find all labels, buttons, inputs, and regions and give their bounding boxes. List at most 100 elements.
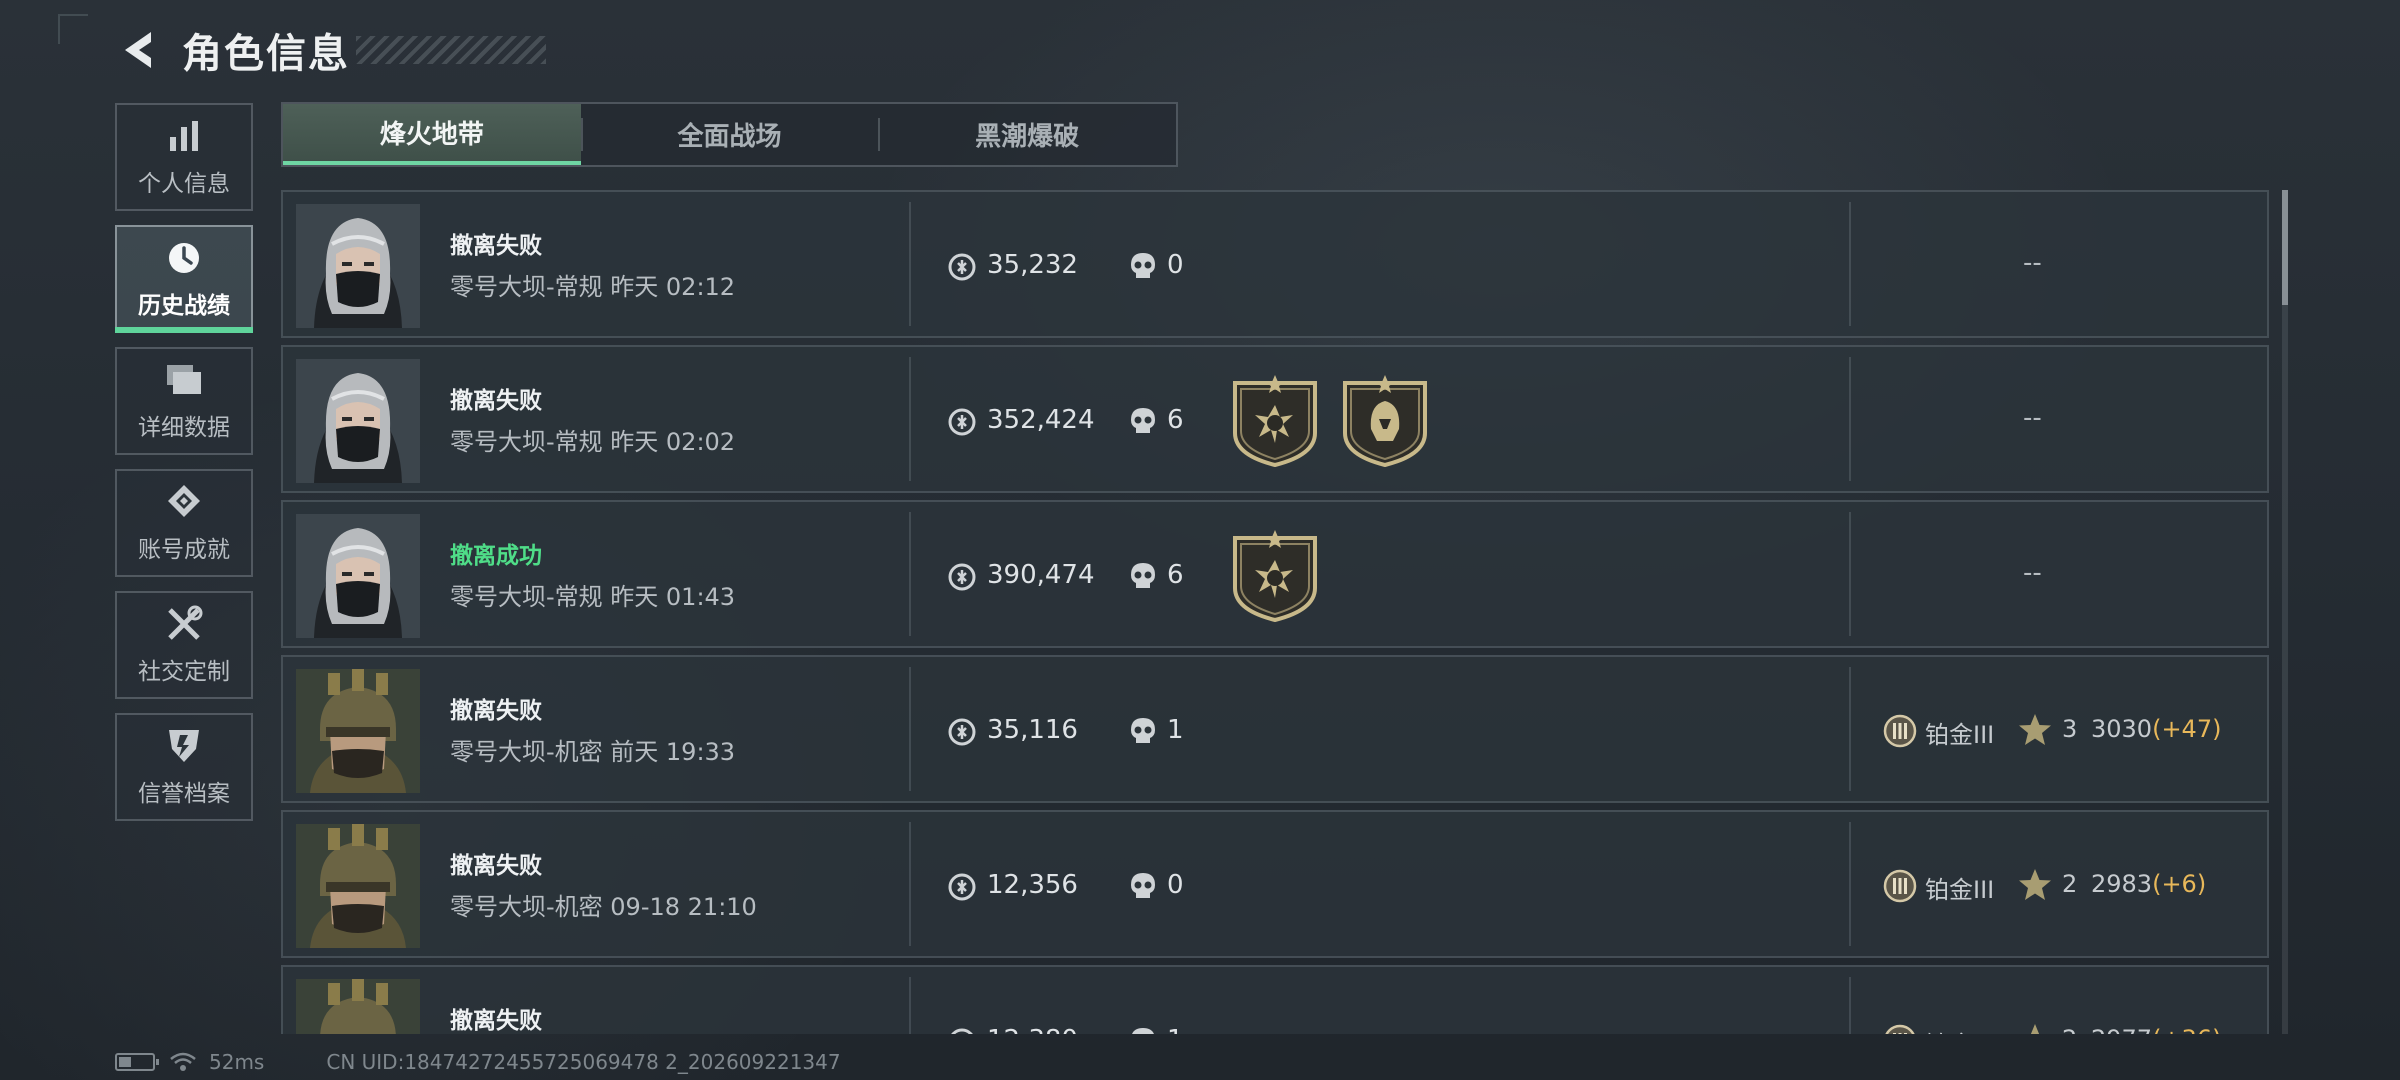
rank-tier: 铂金III bbox=[1925, 721, 1995, 749]
operator-avatar bbox=[296, 359, 420, 483]
bar-chart-icon bbox=[164, 116, 204, 156]
score-delta: (+36) bbox=[2152, 1025, 2221, 1034]
extraction-status: 撤离失败 bbox=[450, 1008, 542, 1034]
rank-empty: -- bbox=[2023, 558, 2042, 588]
currency-icon bbox=[948, 718, 976, 746]
tab-all-out-warfare[interactable]: 全面战场 bbox=[580, 104, 879, 165]
currency-icon bbox=[948, 408, 976, 436]
star-icon bbox=[2030, 1024, 2040, 1034]
rank-score: 2983(+6) bbox=[2091, 870, 2206, 898]
map-and-time: 零号大坝-常规 昨天 02:02 bbox=[450, 428, 736, 456]
star-burst-badge[interactable] bbox=[1231, 375, 1319, 468]
skull-icon bbox=[1131, 253, 1155, 278]
skull-icon bbox=[1131, 873, 1155, 898]
column-divider bbox=[909, 667, 911, 791]
operator-avatar bbox=[296, 669, 420, 793]
sidebar-item-label: 历史战绩 bbox=[138, 293, 230, 319]
match-record-row[interactable]: 撤离失败 12,380 1 铂金III 2 2977(+36) bbox=[281, 965, 2269, 1034]
wifi-icon bbox=[170, 1052, 196, 1071]
star-icon bbox=[2019, 869, 2051, 900]
rank-tier: 铂金III bbox=[1925, 876, 1995, 904]
battery-icon bbox=[115, 1053, 159, 1071]
sidebar-item-label: 信誉档案 bbox=[138, 781, 230, 807]
column-divider bbox=[1849, 512, 1851, 636]
column-divider bbox=[1849, 667, 1851, 791]
tab-hazard-zone[interactable]: 烽火地带 bbox=[283, 104, 581, 165]
extraction-status: 撤离失败 bbox=[450, 698, 542, 724]
column-divider bbox=[1849, 977, 1851, 1034]
column-divider bbox=[909, 512, 911, 636]
column-divider bbox=[909, 357, 911, 481]
sidebar: 个人信息 历史战绩 详细数据 账号成就 社交定制 信誉档案 bbox=[115, 103, 253, 835]
sidebar-item-label: 账号成就 bbox=[138, 537, 230, 563]
kill-count: 0 bbox=[1167, 250, 1184, 280]
column-divider bbox=[1849, 822, 1851, 946]
skull-icon bbox=[1131, 718, 1155, 743]
corner-decoration bbox=[58, 14, 88, 44]
rank-empty: -- bbox=[2023, 403, 2042, 433]
page-title: 角色信息 bbox=[182, 31, 350, 77]
operator-avatar bbox=[296, 204, 420, 328]
map-and-time: 零号大坝-机密 09-18 21:10 bbox=[450, 893, 757, 921]
folder-icon bbox=[164, 360, 204, 400]
credit-icon bbox=[164, 726, 204, 766]
kill-count: 0 bbox=[1167, 870, 1184, 900]
match-record-row[interactable]: 撤离成功 零号大坝-常规 昨天 01:43 390,474 6 -- bbox=[281, 500, 2269, 648]
tab-dark-tide[interactable]: 黑潮爆破 bbox=[878, 104, 1176, 165]
match-record-row[interactable]: 撤离失败 零号大坝-机密 前天 19:33 35,116 1 铂金III 3 3030(+4… bbox=[281, 655, 2269, 803]
sidebar-item-history[interactable]: 历史战绩 bbox=[115, 225, 253, 333]
skull-icon bbox=[1131, 563, 1155, 588]
sidebar-item-credit[interactable]: 信誉档案 bbox=[115, 713, 253, 821]
status-footer: 52ms CN UID:18474272455725069478 2_20260… bbox=[115, 1044, 841, 1080]
page-header: 角色信息 bbox=[112, 18, 546, 82]
sidebar-item-detail-data[interactable]: 详细数据 bbox=[115, 347, 253, 455]
uid-text: CN UID:18474272455725069478 2_2026092213… bbox=[326, 1050, 841, 1074]
score-value: 2977 bbox=[2091, 1025, 2152, 1034]
match-record-row[interactable]: 撤离失败 零号大坝-机密 09-18 21:10 12,356 0 铂金III 2 2983… bbox=[281, 810, 2269, 958]
star-icon bbox=[2019, 714, 2051, 745]
star-burst-badge[interactable] bbox=[1231, 530, 1319, 623]
loot-value: 390,474 bbox=[987, 560, 1095, 590]
loot-value: 35,116 bbox=[987, 715, 1078, 745]
score-value: 2983 bbox=[2091, 870, 2153, 898]
extraction-status: 撤离失败 bbox=[450, 388, 542, 414]
column-divider bbox=[1849, 357, 1851, 481]
scroll-thumb[interactable] bbox=[2282, 190, 2288, 305]
achievement-icon bbox=[164, 482, 204, 522]
ping-text: 52ms bbox=[209, 1050, 265, 1074]
match-record-row[interactable]: 撤离失败 零号大坝-常规 昨天 02:12 35,232 0 -- bbox=[281, 190, 2269, 338]
sidebar-item-label: 个人信息 bbox=[138, 171, 230, 197]
kill-count: 6 bbox=[1167, 560, 1184, 590]
loot-value: 12,356 bbox=[987, 870, 1078, 900]
rank-empty: -- bbox=[2023, 248, 2042, 278]
rank-tier-icon bbox=[1883, 869, 1917, 903]
scrollbar[interactable] bbox=[2282, 190, 2288, 1034]
match-record-row[interactable]: 撤离失败零号大坝-常规 昨天 02:02 352,424 6 -- bbox=[281, 345, 2269, 493]
operator-avatar bbox=[296, 979, 420, 1034]
score-delta: (+47) bbox=[2152, 715, 2222, 743]
operator-avatar bbox=[296, 824, 420, 948]
hooded-figure-badge[interactable] bbox=[1341, 375, 1429, 468]
currency-icon bbox=[948, 873, 976, 901]
kill-count: 1 bbox=[1167, 1025, 1184, 1034]
sidebar-item-social[interactable]: 社交定制 bbox=[115, 591, 253, 699]
map-and-time: 零号大坝-机密 前天 19:33 bbox=[450, 738, 736, 766]
extraction-status: 撤离成功 bbox=[450, 543, 542, 569]
kill-count: 6 bbox=[1167, 405, 1184, 435]
score-value: 3030 bbox=[2091, 715, 2153, 743]
extraction-status: 撤离失败 bbox=[450, 853, 542, 879]
column-divider bbox=[909, 202, 911, 326]
rank-tier-icon bbox=[1885, 1024, 1915, 1034]
column-divider bbox=[909, 977, 911, 1034]
star-count: 2 bbox=[2062, 1025, 2077, 1034]
sidebar-item-label: 详细数据 bbox=[138, 415, 230, 441]
back-button[interactable] bbox=[112, 25, 162, 75]
loot-value: 352,424 bbox=[987, 405, 1095, 435]
sidebar-item-achievements[interactable]: 账号成就 bbox=[115, 469, 253, 577]
operator-avatar bbox=[296, 514, 420, 638]
mode-tabs: 烽火地带 全面战场 黑潮爆破 bbox=[281, 102, 1178, 167]
match-history-list: 撤离失败 零号大坝-常规 昨天 02:12 35,232 0 -- 撤离失败 零号大坝-常规… bbox=[281, 190, 2269, 1034]
sidebar-item-personal-info[interactable]: 个人信息 bbox=[115, 103, 253, 211]
loot-value: 12,380 bbox=[987, 1025, 1078, 1034]
skull-icon bbox=[1131, 408, 1155, 433]
